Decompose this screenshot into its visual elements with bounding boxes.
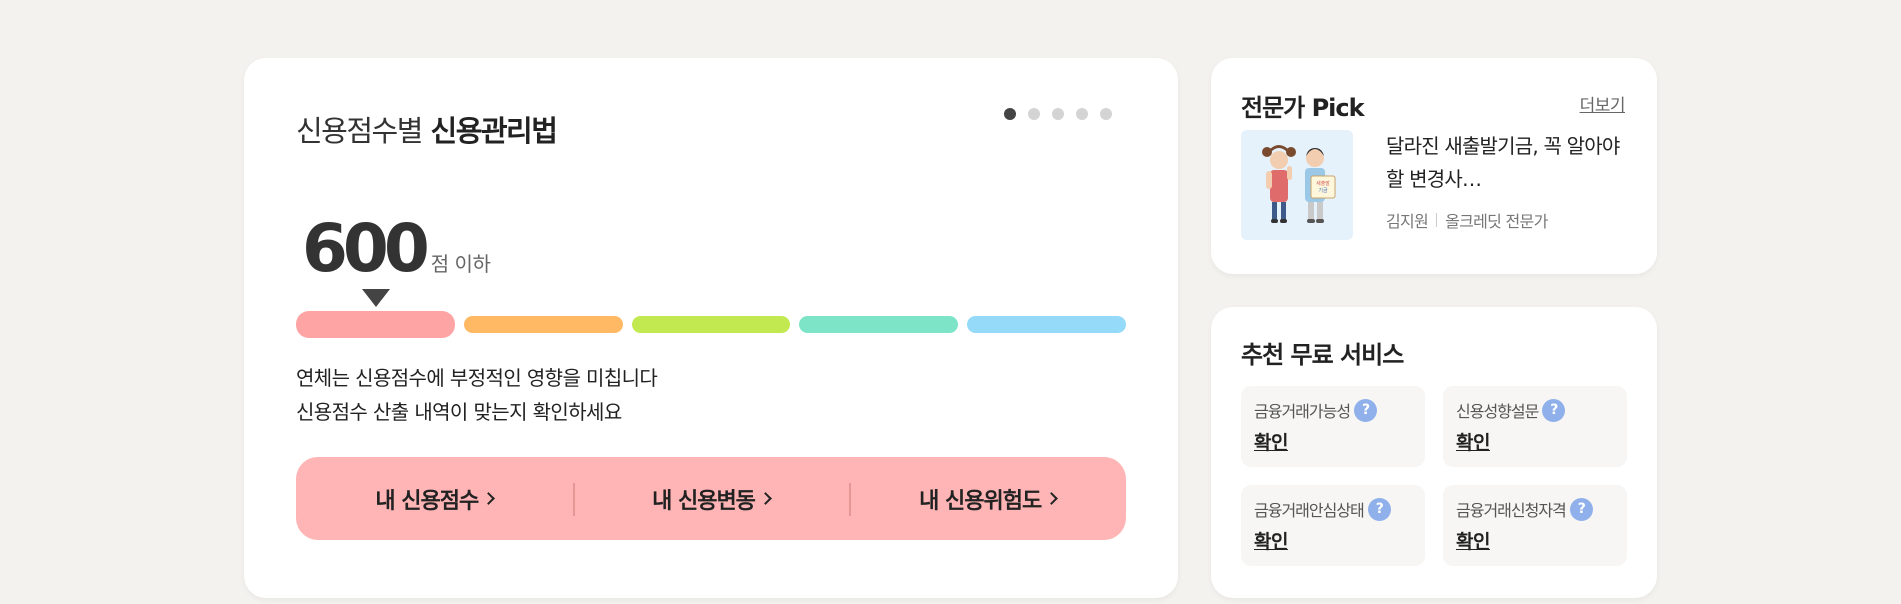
- service-check-link[interactable]: 확인: [1456, 428, 1614, 455]
- score-range-bar: [296, 311, 1126, 338]
- expert-pick-heading: 전문가 Pick: [1241, 94, 1365, 122]
- free-services-heading: 추천 무료 서비스: [1241, 341, 1404, 369]
- author-role: 올크레딧 전문가: [1445, 212, 1548, 231]
- service-item-credit-survey[interactable]: 신용성향설문 ? 확인: [1443, 386, 1627, 467]
- range-segment-5[interactable]: [967, 316, 1126, 333]
- carousel-dot-1[interactable]: [1004, 108, 1016, 120]
- service-check-link[interactable]: 확인: [1254, 527, 1412, 554]
- action-label: 내 신용변동: [652, 488, 756, 514]
- my-credit-change-button[interactable]: 내 신용변동: [572, 457, 850, 540]
- score-pointer-icon: [362, 289, 390, 307]
- service-label: 금융거래가능성: [1254, 402, 1351, 421]
- svg-text:새출발: 새출발: [1316, 180, 1330, 187]
- my-credit-risk-button[interactable]: 내 신용위험도: [849, 457, 1126, 540]
- service-label-row: 금융거래신청자격 ?: [1456, 497, 1614, 521]
- service-label-row: 금융거래가능성 ?: [1254, 398, 1412, 422]
- action-bar: 내 신용점수 내 신용변동 내 신용위험도: [296, 457, 1126, 540]
- advice-line-2: 신용점수 산출 내역이 맞는지 확인하세요: [296, 400, 622, 424]
- title-bold: 신용관리법: [430, 114, 558, 148]
- help-icon[interactable]: ?: [1569, 497, 1593, 521]
- advice-line-1: 연체는 신용점수에 부정적인 영향을 미칩니다: [296, 366, 658, 390]
- article-thumbnail[interactable]: 새출발 기금: [1241, 130, 1353, 240]
- help-icon[interactable]: ?: [1367, 497, 1391, 521]
- advice-text: 연체는 신용점수에 부정적인 영향을 미칩니다 신용점수 산출 내역이 맞는지 …: [296, 361, 658, 429]
- score-display: 600 점 이하: [302, 210, 491, 287]
- services-grid: 금융거래가능성 ? 확인 신용성향설문 ? 확인 금융거래안심상태 ? 확인 금…: [1241, 386, 1627, 566]
- svg-text:기금: 기금: [1318, 187, 1328, 194]
- service-label: 신용성향설문: [1456, 402, 1539, 421]
- meta-divider: [1436, 213, 1438, 227]
- service-label: 금융거래안심상태: [1254, 501, 1365, 520]
- score-unit: 점 이하: [430, 252, 491, 276]
- service-check-link[interactable]: 확인: [1254, 428, 1412, 455]
- carousel-indicator: [1004, 108, 1112, 120]
- chevron-right-icon: [482, 492, 496, 505]
- range-segment-1[interactable]: [296, 311, 455, 338]
- more-link[interactable]: 더보기: [1580, 91, 1626, 116]
- carousel-dot-2[interactable]: [1028, 108, 1040, 120]
- range-segment-4[interactable]: [799, 316, 959, 333]
- help-icon[interactable]: ?: [1542, 398, 1566, 422]
- service-item-transaction-safety[interactable]: 금융거래안심상태 ? 확인: [1241, 485, 1425, 566]
- article-meta: 김지원 올크레딧 전문가: [1386, 208, 1548, 232]
- service-label-row: 금융거래안심상태 ?: [1254, 497, 1412, 521]
- range-segment-2[interactable]: [463, 316, 623, 333]
- free-services-card: 추천 무료 서비스 금융거래가능성 ? 확인 신용성향설문 ? 확인 금융거래안…: [1211, 307, 1657, 598]
- article-title[interactable]: 달라진 새출발기금, 꼭 알아야 할 변경사…: [1386, 130, 1626, 196]
- card-title: 신용점수별 신용관리법: [296, 108, 558, 150]
- help-icon[interactable]: ?: [1354, 398, 1378, 422]
- expert-illustration-icon: 새출발 기금: [1262, 145, 1336, 223]
- service-item-transaction-possibility[interactable]: 금융거래가능성 ? 확인: [1241, 386, 1425, 467]
- my-credit-score-button[interactable]: 내 신용점수: [296, 457, 573, 540]
- carousel-dot-4[interactable]: [1076, 108, 1088, 120]
- title-light: 신용점수별: [296, 114, 423, 148]
- carousel-dot-3[interactable]: [1052, 108, 1064, 120]
- service-label-row: 신용성향설문 ?: [1456, 398, 1614, 422]
- score-value: 600: [302, 210, 430, 287]
- carousel-dot-5[interactable]: [1100, 108, 1112, 120]
- action-label: 내 신용위험도: [919, 488, 1042, 514]
- chevron-right-icon: [759, 492, 772, 505]
- service-item-application-eligibility[interactable]: 금융거래신청자격 ? 확인: [1443, 485, 1627, 566]
- credit-management-card: 신용점수별 신용관리법 600 점 이하 연체는 신용점수에 부정적인 영향을 …: [244, 58, 1178, 598]
- chevron-right-icon: [1045, 492, 1059, 505]
- range-segment-3[interactable]: [631, 316, 791, 333]
- author-name: 김지원: [1386, 212, 1429, 231]
- service-label: 금융거래신청자격: [1456, 501, 1567, 520]
- expert-pick-card: 전문가 Pick 더보기 새출발 기금 달라진 새출발기금, 꼭 알아야 할 변…: [1211, 58, 1657, 274]
- action-label: 내 신용점수: [375, 488, 479, 514]
- service-check-link[interactable]: 확인: [1456, 527, 1614, 554]
